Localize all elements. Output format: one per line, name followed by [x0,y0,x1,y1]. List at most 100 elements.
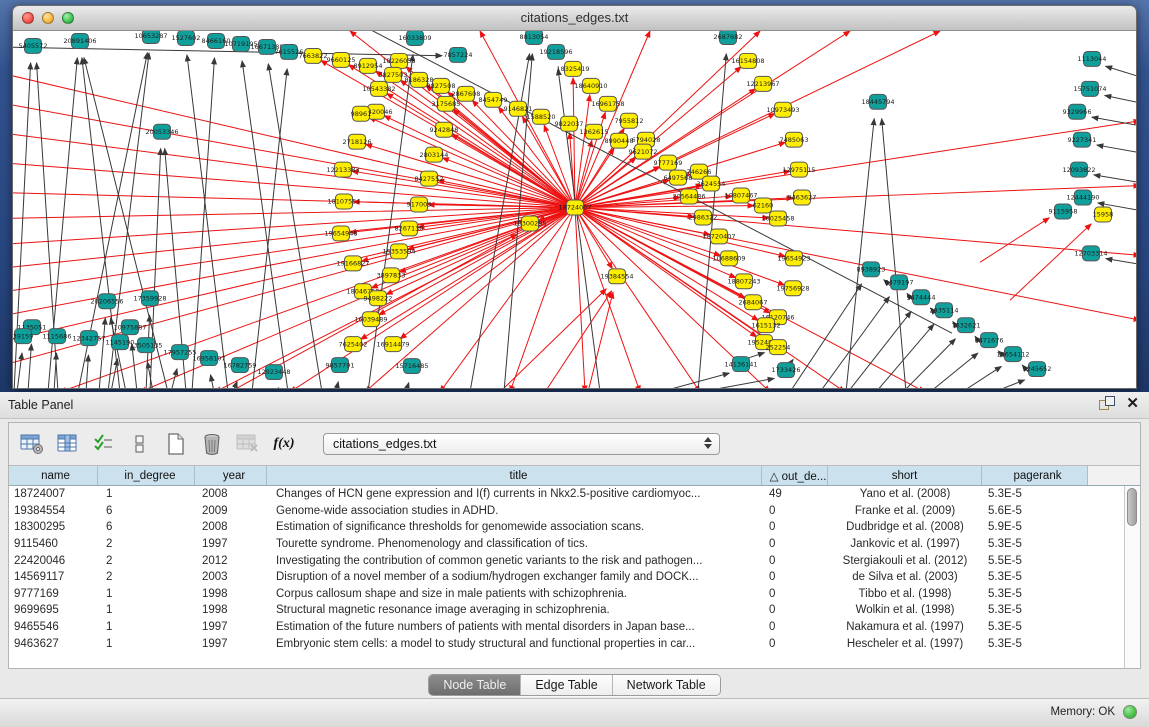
table-cell[interactable]: Embryonic stem cells: a model to study s… [267,638,762,650]
table-cell[interactable]: Wolkin et al. (1998) [828,604,982,616]
table-row[interactable]: 1830029562008Estimation of significance … [9,519,1125,536]
black-edge[interactable] [187,55,228,388]
table-row[interactable]: 1872400712008Changes of HCN gene express… [9,486,1125,503]
black-edge[interactable] [1106,66,1136,77]
table-row[interactable]: 1456911722003Disruption of a novel membe… [9,569,1125,586]
show-columns-button[interactable] [55,431,81,457]
black-edge[interactable] [994,380,1025,388]
table-row[interactable]: 969969511998Structural magnetic resonanc… [9,602,1125,619]
black-edge[interactable] [882,119,906,388]
table-cell[interactable]: 6 [98,521,195,533]
column-header-0[interactable]: name [9,466,98,485]
black-edge[interactable] [211,375,214,388]
table-cell[interactable]: Tibbo et al. (1998) [828,588,982,600]
black-edge[interactable] [846,119,874,388]
table-cell[interactable]: Tourette syndrome. Phenomenology and cla… [267,538,762,550]
column-header-3[interactable]: title [267,466,762,485]
black-edge[interactable] [790,284,862,388]
black-edge[interactable] [1106,259,1136,265]
table-cell[interactable]: 0 [762,538,828,550]
table-cell[interactable]: 2008 [195,488,267,500]
table-cell[interactable]: 19384554 [9,505,98,517]
black-edge[interactable] [252,69,287,388]
column-header-4[interactable]: △ out_de... [762,466,828,485]
network-svg[interactable]: 1872400754055722089140610653287152760284… [13,31,1136,388]
table-row[interactable]: 911546021997Tourette syndrome. Phenomeno… [9,536,1125,553]
black-edge[interactable] [700,378,774,388]
table-cell[interactable]: 2009 [195,505,267,517]
black-edge[interactable] [1094,175,1136,183]
table-cell[interactable]: Estimation of significance thresholds fo… [267,521,762,533]
red-edge[interactable] [980,218,1049,263]
table-cell[interactable]: Hescheler et al. (1997) [828,638,982,650]
column-header-6[interactable]: pagerank [982,466,1088,485]
black-edge[interactable] [930,353,978,388]
table-cell[interactable]: Corpus callosum shape and size in male p… [267,588,762,600]
float-panel-icon[interactable] [1099,396,1114,411]
table-cell[interactable]: Stergiakouli et al. (2012) [828,555,982,567]
table-cell[interactable]: 5.3E-5 [982,621,1088,633]
black-edge[interactable] [268,64,322,388]
red-edge[interactable] [400,208,575,339]
close-panel-icon[interactable]: ✕ [1126,396,1139,411]
red-edge[interactable] [575,208,769,218]
tab-node-table[interactable]: Node Table [429,675,521,695]
table-cell[interactable]: Dudbridge et al. (2008) [828,521,982,533]
table-cell[interactable]: 1 [98,588,195,600]
red-edge[interactable] [500,289,606,388]
tab-edge-table[interactable]: Edge Table [521,675,612,695]
table-cell[interactable]: Disruption of a novel member of a sodium… [267,571,762,583]
selection-mode-button[interactable] [91,431,117,457]
table-cell[interactable]: 6 [98,505,195,517]
table-cell[interactable]: Estimation of the future numbers of pati… [267,621,762,633]
table-cell[interactable]: 5.9E-5 [982,521,1088,533]
table-cell[interactable]: 1 [98,604,195,616]
black-edge[interactable] [848,312,911,388]
table-cell[interactable]: Nakamura et al. (1997) [828,621,982,633]
black-edge[interactable] [17,353,22,388]
black-edge[interactable] [660,373,729,388]
table-cell[interactable]: 2008 [195,521,267,533]
table-cell[interactable]: 9115460 [9,538,98,550]
table-cell[interactable]: 9699695 [9,604,98,616]
table-cell[interactable]: 0 [762,604,828,616]
black-edge[interactable] [192,58,214,388]
table-cell[interactable]: 9777169 [9,588,98,600]
table-cell[interactable]: Structural magnetic resonance image aver… [267,604,762,616]
tab-network-table[interactable]: Network Table [613,675,720,695]
table-cell[interactable]: Yano et al. (2008) [828,488,982,500]
red-edge[interactable] [575,208,785,257]
black-edge[interactable] [962,366,1001,388]
table-cell[interactable]: 2003 [195,571,267,583]
delete-table-button[interactable] [235,431,261,457]
table-cell[interactable]: 2 [98,538,195,550]
table-row[interactable]: 946362711997Embryonic stem cells: a mode… [9,635,1125,652]
row-view-button[interactable] [127,431,153,457]
table-cell[interactable]: 0 [762,638,828,650]
table-cell[interactable]: 1997 [195,538,267,550]
column-header-5[interactable]: short [828,466,982,485]
table-cell[interactable]: 49 [762,488,828,500]
table-cell[interactable]: de Silva et al. (2003) [828,571,982,583]
table-cell[interactable]: Changes of HCN gene expression and I(f) … [267,488,762,500]
table-cell[interactable]: 1 [98,621,195,633]
table-source-select[interactable]: citations_edges.txt [323,433,720,455]
table-cell[interactable]: 2 [98,571,195,583]
table-cell[interactable]: 1997 [195,621,267,633]
table-cell[interactable]: 0 [762,588,828,600]
delete-column-button[interactable] [199,431,225,457]
black-edge[interactable] [99,318,105,388]
black-edge[interactable] [1105,95,1136,102]
table-cell[interactable]: 1998 [195,604,267,616]
table-cell[interactable]: 18300295 [9,521,98,533]
table-row[interactable]: 977716911998Corpus callosum shape and si… [9,586,1125,603]
table-row[interactable]: 946554611997Estimation of the future num… [9,619,1125,636]
black-edge[interactable] [28,344,31,388]
column-header-2[interactable]: year [195,466,267,485]
black-edge[interactable] [1097,145,1136,153]
black-edge[interactable] [336,382,338,388]
table-cell[interactable]: 0 [762,555,828,567]
table-cell[interactable]: 5.5E-5 [982,555,1088,567]
table-cell[interactable]: Genome-wide association studies in ADHD. [267,505,762,517]
black-edge[interactable] [406,383,409,388]
